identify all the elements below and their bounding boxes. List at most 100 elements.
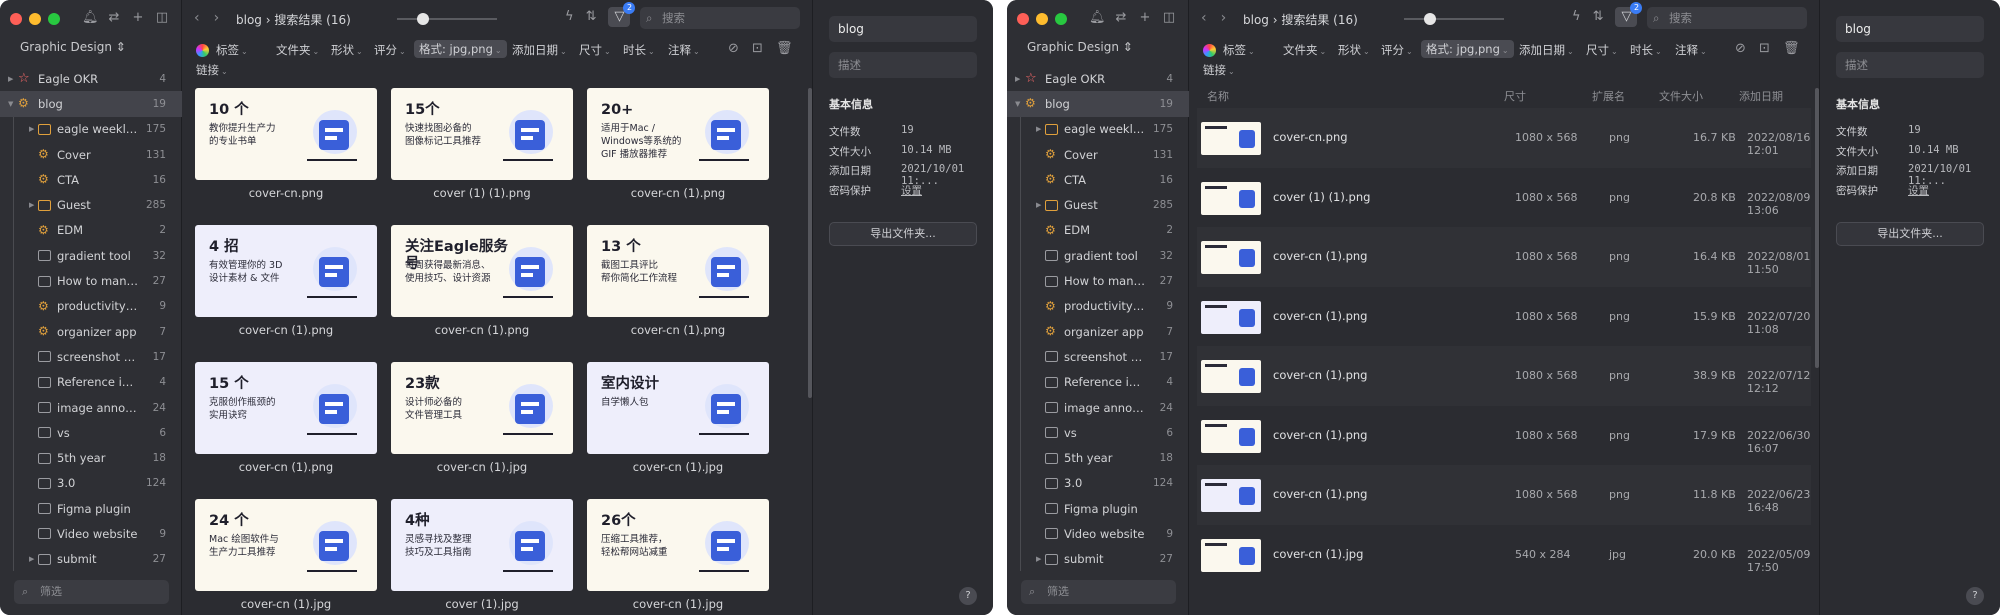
filter-button[interactable]: ▽ 2 [608, 2, 636, 27]
zoom-window-button[interactable] [1055, 13, 1067, 25]
folder-description-input[interactable]: 描述 [829, 52, 977, 78]
sidebar-item[interactable]: How to mana... 27 [0, 268, 182, 293]
password-set-link[interactable]: 设置 [1908, 183, 1929, 198]
color-filter-icon[interactable] [196, 44, 209, 57]
filter-shape[interactable]: 形状 ⌄ [331, 42, 363, 58]
list-thumbnail[interactable] [1201, 241, 1261, 274]
sidebar-item[interactable]: image annot... 24 [1007, 395, 1189, 420]
list-row[interactable]: cover-cn (1).png 1080 x 568 png 16.4 KB 2022… [1197, 227, 1811, 287]
thumbnail-size-slider[interactable] [397, 13, 497, 25]
chevron-down-icon[interactable]: ▼ [8, 100, 13, 108]
chevron-right-icon[interactable]: ▶ [1036, 201, 1041, 209]
breadcrumb[interactable]: blog › 搜索结果 (16) [236, 11, 351, 28]
folder-description-input[interactable]: 描述 [1836, 52, 1984, 78]
sidebar-item[interactable]: ⚙︎ organizer app 7 [0, 319, 182, 344]
filter-folder[interactable]: 文件夹 ⌄ [276, 42, 319, 58]
sidebar-item[interactable]: ▶ Guest 285 [1007, 192, 1189, 217]
sidebar-item[interactable]: ⚙︎ CTA 16 [0, 167, 182, 192]
sidebar-item[interactable]: screenshot a... 17 [0, 344, 182, 369]
zoom-window-button[interactable] [48, 13, 60, 25]
forward-arrow-icon[interactable]: › [214, 10, 220, 26]
filter-note[interactable]: 注释 ⌄ [668, 42, 700, 58]
sidebar-item[interactable]: 5th year 18 [1007, 445, 1189, 470]
thumbnail-image[interactable]: 4 招有效管理你的 3D 设计素材 & 文件 [195, 225, 377, 317]
grid-item[interactable]: 15 个克服创作瓶颈的 实用诀窍 cover-cn (1).png [195, 362, 377, 474]
sync-icon[interactable]: ⇄ [106, 10, 122, 25]
sidebar-item[interactable]: gradient tool 32 [0, 243, 182, 268]
thumbnail-image[interactable]: 15 个克服创作瓶颈的 实用诀窍 [195, 362, 377, 454]
list-row[interactable]: cover-cn (1).png 1080 x 568 png 11.8 KB 2022… [1197, 465, 1811, 525]
sidebar-item[interactable]: ▶ Guest 285 [0, 192, 182, 217]
lock-icon[interactable]: ⊡ [1759, 41, 1770, 56]
filter-duration[interactable]: 时长 ⌄ [1630, 42, 1662, 58]
list-row[interactable]: cover (1) (1).png 1080 x 568 png 20.8 KB 202… [1197, 168, 1811, 228]
chevron-right-icon[interactable]: ▶ [1036, 555, 1041, 563]
sidebar-item[interactable]: ⚙︎ CTA 16 [1007, 167, 1189, 192]
filter-tag[interactable]: 标签 ⌄ [216, 42, 248, 58]
breadcrumb[interactable]: blog › 搜索结果 (16) [1243, 11, 1358, 28]
filter-button[interactable]: ▽ 2 [1615, 2, 1643, 27]
sidebar-item[interactable]: gradient tool 32 [1007, 243, 1189, 268]
sidebar-item[interactable]: ⚙︎ EDM 2 [0, 218, 182, 243]
back-arrow-icon[interactable]: ‹ [1201, 10, 1207, 26]
list-thumbnail[interactable] [1201, 419, 1261, 453]
sidebar-item[interactable]: Video website 9 [0, 521, 182, 546]
thumbnail-image[interactable]: 20+ 适用于Mac / Windows等系统的 GIF 播放器推荐 [587, 88, 769, 180]
password-set-link[interactable]: 设置 [901, 183, 922, 198]
list-row[interactable]: cover-cn (1).png 1080 x 568 png 38.9 KB 2022… [1197, 346, 1811, 406]
slider-knob[interactable] [1424, 13, 1436, 25]
grid-item[interactable]: 关注Eagle服务号 每周获得最新消息、 使用技巧、设计资源 cover-cn (1… [391, 225, 573, 337]
sidebar-item[interactable]: ⚙︎ organizer app 7 [1007, 319, 1189, 344]
grid-item[interactable]: 15个 快速找图必备的 图像标记工具推荐 cover (1) (1).png [391, 88, 573, 200]
filter-link[interactable]: 链接 ⌄ [196, 62, 228, 78]
sidebar-toggle-icon[interactable]: ◫ [154, 10, 170, 25]
minimize-window-button[interactable] [1036, 13, 1048, 25]
list-thumbnail[interactable] [1201, 479, 1261, 512]
chevron-right-icon[interactable]: ▶ [29, 555, 34, 563]
col-header-ext[interactable]: 扩展名 [1592, 88, 1625, 104]
trash-icon[interactable]: 🗑︎ [1783, 41, 1800, 56]
sidebar-item[interactable]: ⚙︎ Cover 131 [1007, 142, 1189, 167]
chevron-right-icon[interactable]: ▶ [8, 75, 13, 83]
sidebar-item[interactable]: 3.0 124 [0, 471, 182, 496]
forward-arrow-icon[interactable]: › [1221, 10, 1227, 26]
minimize-window-button[interactable] [29, 13, 41, 25]
filter-clear-icon[interactable]: ⊘ [728, 41, 739, 56]
sidebar-item[interactable]: ▶ ☆ Eagle OKR 4 [0, 66, 182, 91]
back-arrow-icon[interactable]: ‹ [194, 10, 200, 26]
list-row[interactable]: cover-cn.png 1080 x 568 png 16.7 KB 2022/08/… [1197, 108, 1811, 168]
export-folder-button[interactable]: 导出文件夹... [829, 222, 977, 246]
list-row[interactable]: cover-cn (1).jpg 540 x 284 jpg 20.0 KB 2022/… [1197, 525, 1811, 585]
close-window-button[interactable] [1017, 13, 1029, 25]
sidebar-item[interactable]: ▶ ☆ Eagle OKR 4 [1007, 66, 1189, 91]
filter-date[interactable]: 添加日期 ⌄ [1519, 42, 1574, 58]
sidebar-item[interactable]: ⚙︎ productivity ... 9 [0, 294, 182, 319]
thumbnail-image[interactable]: 4种 灵感寻找及整理 技巧及工具指南 [391, 499, 573, 591]
list-row[interactable]: cover-cn (1).png 1080 x 568 png 15.9 KB 2022… [1197, 287, 1811, 347]
grid-item[interactable]: 20+ 适用于Mac / Windows等系统的 GIF 播放器推荐 cover-c… [587, 88, 769, 200]
sort-icon[interactable]: ⇅ [1593, 9, 1604, 27]
thumbnail-image[interactable]: 26个 压缩工具推荐， 轻松帮网站减重 [587, 499, 769, 591]
thumbnail-image[interactable]: 室内设计 自学懒人包 [587, 362, 769, 454]
help-button[interactable]: ? [1966, 587, 1984, 605]
bell-icon[interactable]: 🔔︎ [82, 10, 99, 25]
thumbnail-size-slider[interactable] [1404, 13, 1504, 25]
filter-size[interactable]: 尺寸 ⌄ [579, 42, 611, 58]
sidebar-item[interactable]: screenshot a... 17 [1007, 344, 1189, 369]
sidebar-item[interactable]: image annot... 24 [0, 395, 182, 420]
filter-format[interactable]: 格式: jpg,png ⌄ [1421, 40, 1514, 58]
chevron-right-icon[interactable]: ▶ [1036, 125, 1041, 133]
folder-name-input[interactable]: blog [829, 16, 977, 42]
list-thumbnail[interactable] [1201, 300, 1261, 334]
sidebar-item[interactable]: ⚙︎ EDM 2 [1007, 218, 1189, 243]
lock-icon[interactable]: ⊡ [752, 41, 763, 56]
filter-rating[interactable]: 评分 ⌄ [1381, 42, 1413, 58]
filter-size[interactable]: 尺寸 ⌄ [1586, 42, 1618, 58]
sidebar-item[interactable]: Figma plugin [0, 496, 182, 521]
close-window-button[interactable] [10, 13, 22, 25]
sidebar-item[interactable]: 3.0 124 [1007, 471, 1189, 496]
thumbnail-image[interactable]: 24 个 Mac 绘图软件与 生产力工具推荐 [195, 499, 377, 591]
slider-knob[interactable] [417, 13, 429, 25]
filter-format[interactable]: 格式: jpg,png ⌄ [414, 40, 507, 58]
filter-clear-icon[interactable]: ⊘ [1735, 41, 1746, 56]
